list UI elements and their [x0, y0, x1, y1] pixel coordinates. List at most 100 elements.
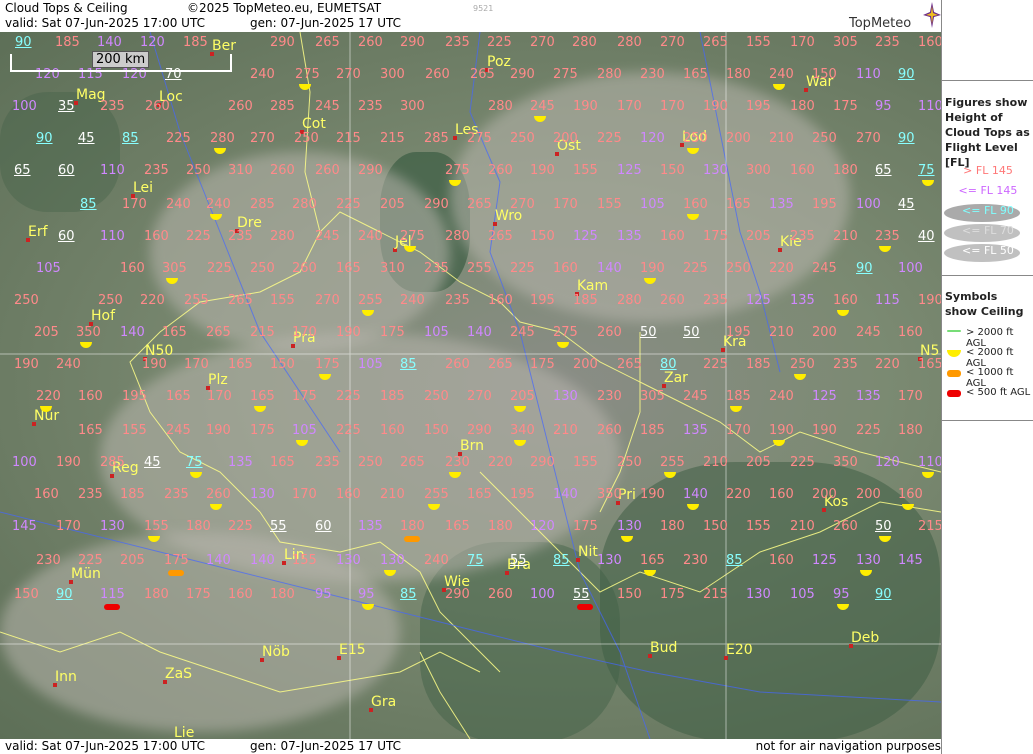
- city-label: Hof: [91, 308, 116, 324]
- cloud-top-value: 130: [100, 519, 125, 534]
- cloud-top-value: 240: [166, 197, 191, 212]
- cloud-top-value: 145: [12, 519, 37, 534]
- cloud-top-value: 185: [120, 487, 145, 502]
- cloud-top-value: 130: [856, 553, 881, 568]
- cloud-top-value: 130: [336, 553, 361, 568]
- cloud-top-value: 165: [683, 67, 708, 82]
- cloud-top-value: 45: [898, 197, 915, 212]
- ceiling-symbol: [577, 604, 593, 610]
- ceiling-symbol: [404, 536, 420, 542]
- fl-legend-item: <= FL 70: [962, 224, 1014, 237]
- cloud-top-value: 225: [336, 389, 361, 404]
- cloud-top-value: 275: [445, 163, 470, 178]
- cloud-top-value: 150: [660, 163, 685, 178]
- cloud-top-value: 265: [703, 35, 728, 50]
- cloud-top-value: 225: [683, 261, 708, 276]
- cloud-top-value: 240: [56, 357, 81, 372]
- weather-map[interactable]: Ber Poz War Mag Loc Cot Les Lod Ost Lei Dre Wro Jel E…: [0, 32, 941, 739]
- cloud-top-value: 195: [812, 197, 837, 212]
- cloud-top-value: 210: [769, 325, 794, 340]
- cloud-top-value: 105: [292, 423, 317, 438]
- cloud-top-value: 245: [683, 389, 708, 404]
- cloud-top-value: 130: [380, 553, 405, 568]
- cloud-top-value: 90: [898, 67, 915, 82]
- cloud-top-value: 250: [98, 293, 123, 308]
- cloud-top-value: 165: [228, 357, 253, 372]
- cloud-top-value: 200: [553, 131, 578, 146]
- cloud-top-value: 110: [100, 163, 125, 178]
- cloud-top-value: 160: [120, 261, 145, 276]
- chart-title: Cloud Tops & Ceiling: [5, 1, 128, 15]
- cloud-top-value: 80: [660, 357, 677, 372]
- cloud-top-value: 260: [597, 325, 622, 340]
- cloud-top-value: 170: [292, 325, 317, 340]
- cloud-top-value: 210: [790, 519, 815, 534]
- cloud-top-value: 45: [78, 131, 95, 146]
- cloud-top-value: 130: [703, 163, 728, 178]
- cloud-top-value: 180: [488, 519, 513, 534]
- city-label: Erf: [28, 224, 48, 240]
- cloud-top-value: 210: [833, 229, 858, 244]
- cloud-top-value: 250: [510, 131, 535, 146]
- ceiling-legend-icon: [947, 350, 961, 357]
- cloud-top-value: 220: [140, 293, 165, 308]
- cloud-top-value: 185: [573, 293, 598, 308]
- cloud-top-value: 155: [573, 455, 598, 470]
- cloud-top-value: 100: [898, 261, 923, 276]
- cloud-top-value: 60: [315, 519, 332, 534]
- compass-star-icon: [923, 2, 941, 28]
- cloud-top-value: 170: [726, 423, 751, 438]
- cloud-top-value: 255: [467, 261, 492, 276]
- cloud-top-value: 120: [530, 519, 555, 534]
- cloud-top-value: 85: [400, 587, 417, 602]
- cloud-top-value: 140: [467, 325, 492, 340]
- cloud-top-value: 90: [15, 35, 32, 50]
- cloud-top-value: 205: [510, 389, 535, 404]
- cloud-top-value: 250: [250, 261, 275, 276]
- cloud-top-value: 220: [726, 487, 751, 502]
- cloud-top-value: 220: [488, 455, 513, 470]
- city-label: E20: [726, 642, 753, 658]
- cloud-top-value: 280: [488, 99, 513, 114]
- cloud-top-value: 215: [336, 131, 361, 146]
- cloud-top-value: 175: [573, 519, 598, 534]
- cloud-top-value: 260: [488, 163, 513, 178]
- city-label: ZaS: [165, 666, 193, 682]
- cloud-top-value: 170: [122, 197, 147, 212]
- cloud-top-value: 185: [55, 35, 80, 50]
- cloud-top-value: 120: [640, 131, 665, 146]
- cloud-top-value: 275: [400, 229, 425, 244]
- cloud-top-value: 235: [358, 99, 383, 114]
- cloud-top-value: 165: [162, 325, 187, 340]
- cloud-top-value: 280: [270, 229, 295, 244]
- cloud-top-value: 280: [617, 35, 642, 50]
- cloud-top-value: 170: [184, 357, 209, 372]
- cloud-top-value: 270: [530, 35, 555, 50]
- scale-label: 200 km: [92, 51, 150, 68]
- cloud-top-value: 155: [270, 293, 295, 308]
- cloud-top-value: 50: [875, 519, 892, 534]
- cloud-top-value: 90: [898, 131, 915, 146]
- cloud-top-value: 175: [703, 229, 728, 244]
- cloud-top-value: 280: [617, 293, 642, 308]
- cloud-top-value: 125: [812, 553, 837, 568]
- cloud-top-value: 190: [640, 487, 665, 502]
- cloud-top-value: 90: [36, 131, 53, 146]
- cloud-top-value: 255: [184, 293, 209, 308]
- cloud-top-value: 230: [640, 67, 665, 82]
- cloud-top-value: 160: [488, 293, 513, 308]
- cloud-top-value: 260: [833, 519, 858, 534]
- cloud-top-value: 170: [292, 487, 317, 502]
- cloud-top-value: 150: [424, 423, 449, 438]
- cloud-top-value: 225: [228, 519, 253, 534]
- footer-gen: gen: 07-Jun-2025 17 UTC: [250, 739, 402, 753]
- cloud-top-value: 265: [488, 357, 513, 372]
- cloud-top-value: 235: [703, 293, 728, 308]
- cloud-top-value: 260: [358, 35, 383, 50]
- cloud-top-value: 280: [210, 131, 235, 146]
- cloud-top-value: 230: [36, 553, 61, 568]
- fl-legend-item: <= FL 50: [962, 244, 1014, 257]
- cloud-top-value: 245: [510, 325, 535, 340]
- cloud-top-value: 175: [186, 587, 211, 602]
- cloud-top-value: 245: [856, 325, 881, 340]
